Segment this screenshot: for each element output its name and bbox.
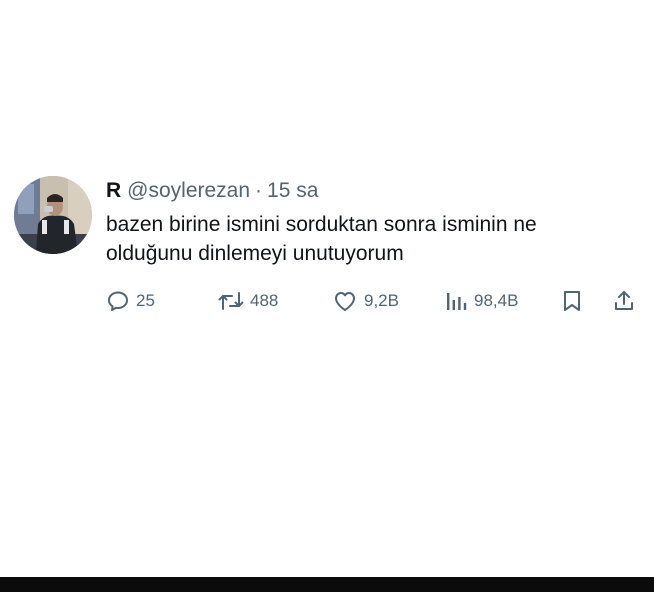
retweet-button[interactable]: 488	[218, 288, 278, 314]
tweet[interactable]: R @soylerezan · 15 sa bazen birine ismin…	[14, 176, 640, 314]
reply-count: 25	[136, 291, 155, 310]
views-button[interactable]: 98,4B	[444, 288, 518, 314]
separator-dot: ·	[255, 179, 263, 202]
bottom-bar	[0, 577, 654, 592]
display-name[interactable]: R	[106, 178, 121, 204]
retweet-icon	[218, 292, 244, 310]
retweet-count: 488	[250, 291, 279, 310]
page: R @soylerezan · 15 sa bazen birine ismin…	[0, 0, 654, 592]
views-icon	[447, 293, 467, 310]
views-count: 98,4B	[474, 291, 519, 310]
like-count: 9,2B	[364, 291, 399, 310]
timestamp[interactable]: 15 sa	[267, 178, 318, 204]
user-handle[interactable]: @soylerezan	[127, 178, 250, 204]
bookmark-icon	[564, 291, 580, 311]
avatar-photo	[14, 176, 92, 254]
avatar[interactable]	[14, 176, 92, 254]
reply-icon	[108, 291, 128, 311]
reply-button[interactable]: 25	[106, 288, 155, 314]
like-icon	[335, 292, 355, 311]
tweet-header: R @soylerezan · 15 sa	[106, 178, 640, 204]
action-bar: 25 488 9,2B 98,4B	[106, 288, 646, 314]
share-button[interactable]	[612, 288, 636, 314]
tweet-text: bazen birine ismini sorduktan sonra ismi…	[106, 213, 537, 265]
bookmark-button[interactable]	[560, 288, 584, 314]
like-button[interactable]: 9,2B	[332, 288, 399, 314]
share-icon	[615, 291, 633, 310]
tweet-content: R @soylerezan · 15 sa bazen birine ismin…	[106, 176, 640, 314]
